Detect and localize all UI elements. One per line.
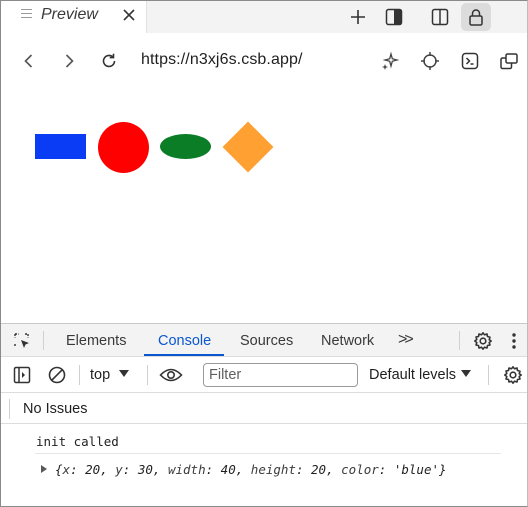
split-view-button[interactable] xyxy=(425,3,455,31)
browser-window: Preview https://n3xj6s.csb.app/ Elements… xyxy=(0,0,528,507)
blue-rectangle xyxy=(35,134,86,159)
terminal-button[interactable] xyxy=(458,49,482,73)
filter-input[interactable] xyxy=(203,363,358,387)
clear-console-button[interactable] xyxy=(42,361,72,389)
chevron-left-icon xyxy=(24,54,33,68)
console-line-divider xyxy=(35,453,501,454)
obj-key: width xyxy=(167,462,206,477)
inspect-target-button[interactable] xyxy=(418,49,442,73)
split-view-icon xyxy=(431,8,449,26)
obj-key: x xyxy=(62,462,71,477)
devtools-settings-button[interactable] xyxy=(468,327,498,355)
devtools-panel: Elements Console Sources Network >> top xyxy=(1,323,527,506)
tab-elements[interactable]: Elements xyxy=(66,333,126,349)
gear-icon xyxy=(474,332,492,350)
issues-bar: No Issues xyxy=(1,394,527,424)
expand-triangle-icon[interactable] xyxy=(41,465,47,473)
obj-key: y xyxy=(115,462,123,477)
green-ellipse xyxy=(160,134,211,159)
navigation-bar: https://n3xj6s.csb.app/ xyxy=(1,33,527,89)
devtools-tab-bar: Elements Console Sources Network >> xyxy=(1,324,527,357)
tab-title: Preview xyxy=(41,6,98,23)
more-vertical-icon xyxy=(512,333,516,349)
divider xyxy=(488,365,489,385)
toggle-sidebar-button[interactable] xyxy=(7,361,37,389)
console-toolbar: top Default levels xyxy=(1,357,527,393)
windows-icon xyxy=(500,53,518,70)
obj-key: color xyxy=(341,462,379,477)
lock-icon xyxy=(469,9,483,26)
divider xyxy=(459,331,460,350)
forward-button[interactable] xyxy=(57,49,81,73)
console-settings-button[interactable] xyxy=(498,361,527,389)
address-url[interactable]: https://n3xj6s.csb.app/ xyxy=(141,51,303,69)
console-log-line: init called xyxy=(36,434,119,449)
active-tab-indicator xyxy=(144,354,224,356)
caret-down-icon xyxy=(119,370,130,377)
chevron-right-icon xyxy=(65,54,74,68)
caret-down-icon xyxy=(461,370,472,377)
panel-right-icon xyxy=(385,8,403,26)
more-tabs-chevron[interactable]: >> xyxy=(398,331,414,349)
new-tab-button[interactable] xyxy=(343,3,373,31)
lock-button[interactable] xyxy=(461,3,491,31)
eye-icon xyxy=(159,368,183,382)
console-object-line[interactable]: {x: 20, y: 30, width: 40, height: 20, co… xyxy=(41,462,447,477)
context-selector[interactable]: top xyxy=(90,367,130,383)
obj-brace: { xyxy=(55,462,63,477)
sidebar-icon xyxy=(13,366,31,384)
orange-diamond xyxy=(222,121,274,173)
obj-key: height xyxy=(250,462,296,477)
log-levels-dropdown[interactable]: Default levels xyxy=(369,367,472,383)
obj-value: 'blue' xyxy=(393,462,439,477)
inspect-element-button[interactable] xyxy=(7,327,37,355)
obj-value: 40 xyxy=(220,462,236,477)
divider xyxy=(147,365,148,385)
magic-button[interactable] xyxy=(378,49,402,73)
log-levels-value: Default levels xyxy=(369,367,457,383)
obj-brace: } xyxy=(439,462,447,477)
tab-bar: Preview xyxy=(1,1,527,33)
tab-preview[interactable]: Preview xyxy=(1,1,147,33)
block-icon xyxy=(48,366,66,384)
reload-button[interactable] xyxy=(97,49,121,73)
divider xyxy=(79,365,80,385)
preview-canvas xyxy=(1,89,527,321)
reload-icon xyxy=(102,53,116,68)
crosshair-icon xyxy=(421,52,439,70)
red-circle xyxy=(98,122,149,173)
sparkle-icon xyxy=(382,51,400,70)
issues-status[interactable]: No Issues xyxy=(23,401,87,417)
inspect-icon xyxy=(14,333,29,348)
divider xyxy=(43,331,44,350)
tab-console[interactable]: Console xyxy=(158,333,211,349)
open-external-button[interactable] xyxy=(497,49,521,73)
page-lines-icon xyxy=(21,9,32,21)
back-button[interactable] xyxy=(17,49,41,73)
obj-value: 20 xyxy=(311,462,327,477)
close-tab-icon[interactable] xyxy=(121,7,137,23)
terminal-icon xyxy=(461,52,479,70)
toggle-panel-button[interactable] xyxy=(379,3,409,31)
gear-icon xyxy=(504,366,522,384)
context-value: top xyxy=(90,367,111,383)
tab-network[interactable]: Network xyxy=(321,333,374,349)
obj-value: 30 xyxy=(137,462,153,477)
live-expression-button[interactable] xyxy=(156,361,186,389)
obj-value: 20 xyxy=(85,462,101,477)
plus-icon xyxy=(351,10,365,24)
tab-sources[interactable]: Sources xyxy=(240,333,293,349)
divider xyxy=(9,399,10,419)
devtools-menu-button[interactable] xyxy=(501,327,527,355)
